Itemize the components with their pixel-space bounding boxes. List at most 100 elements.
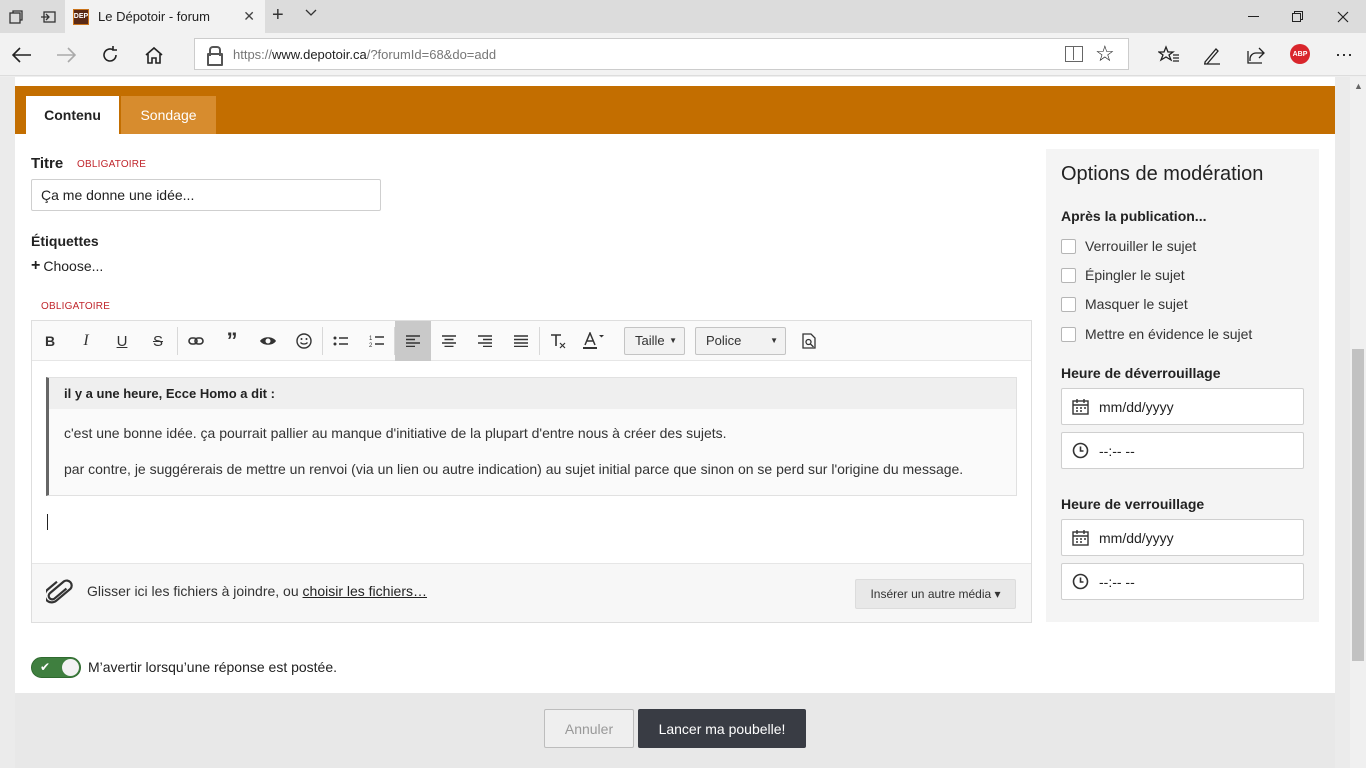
more-icon[interactable]: ⋯ (1330, 41, 1358, 69)
hide-topic-checkbox[interactable]: Masquer le sujet (1061, 296, 1188, 312)
feature-topic-checkbox[interactable]: Mettre en évidence le sujet (1061, 326, 1252, 342)
home-icon[interactable] (140, 41, 168, 69)
pen-notes-icon[interactable] (1198, 41, 1226, 69)
reading-view-icon[interactable] (1065, 46, 1083, 62)
align-center-icon[interactable] (431, 321, 467, 361)
preview-icon[interactable] (791, 321, 827, 361)
plus-icon: + (31, 257, 41, 274)
lock-date-input[interactable]: mm/dd/yyyy (1061, 519, 1304, 556)
minimize-icon[interactable] (1230, 0, 1276, 33)
notify-toggle[interactable]: ✔ (31, 657, 81, 678)
back-icon[interactable] (8, 41, 36, 69)
share-icon[interactable] (1242, 41, 1270, 69)
refresh-icon[interactable] (96, 41, 124, 69)
adblock-icon[interactable]: ABP (1290, 44, 1310, 64)
caret-down-icon: ▼ (770, 336, 778, 345)
page-scrollbar[interactable]: ▲ (1350, 77, 1366, 768)
quote-paragraph: c'est une bonne idée. ça pourrait pallie… (64, 425, 727, 441)
scroll-up-icon[interactable]: ▲ (1354, 81, 1363, 91)
checkbox[interactable] (1061, 238, 1076, 254)
quote-block[interactable]: il y a une heure, Ecce Homo a dit : c'es… (46, 377, 1017, 496)
lock-time-input[interactable]: --:-- -- (1061, 563, 1304, 600)
title-input[interactable]: Ça me donne une idée... (31, 179, 381, 211)
attachment-dropzone[interactable]: Glisser ici les fichiers à joindre, ou c… (32, 563, 1031, 622)
clock-icon (1072, 573, 1089, 590)
spoiler-eye-icon[interactable] (250, 321, 286, 361)
title-label: Titre (31, 155, 64, 172)
lock-time-label: Heure de verrouillage (1061, 496, 1205, 512)
font-family-select[interactable]: Police ▼ (695, 327, 786, 355)
numbered-list-icon[interactable]: 12 (359, 321, 395, 361)
checkbox[interactable] (1061, 326, 1076, 342)
font-size-select[interactable]: Taille ▼ (624, 327, 685, 355)
lock-topic-checkbox[interactable]: Verrouiller le sujet (1061, 238, 1196, 254)
font-size-select-value: Taille (635, 333, 665, 348)
emoji-icon[interactable] (286, 321, 322, 361)
calendar-icon (1072, 399, 1089, 415)
notify-label: M’avertir lorsqu’une réponse est postée. (88, 659, 338, 675)
url-text[interactable]: https://www.depotoir.ca/?forumId=68&do=a… (233, 47, 496, 62)
after-publish-label: Après la publication... (1061, 208, 1207, 224)
choose-files-link[interactable]: choisir les fichiers… (303, 583, 427, 599)
browser-nav-bar: https://www.depotoir.ca/?forumId=68&do=a… (0, 33, 1366, 76)
cancel-button[interactable]: Annuler (544, 709, 634, 748)
unlock-date-input[interactable]: mm/dd/yyyy (1061, 388, 1304, 425)
time-placeholder: --:-- -- (1099, 442, 1135, 459)
browser-tab-bar: DEP Le Dépotoir - forum ✕ + (0, 0, 1366, 33)
clear-formatting-icon[interactable] (540, 321, 576, 361)
font-family-select-value: Police (706, 333, 742, 348)
site-favicon-icon: DEP (73, 8, 89, 25)
rich-text-editor[interactable]: B I U S ” 12 Taille ▼ Police ▼ il y a un… (31, 320, 1032, 623)
new-tab-icon[interactable]: + (272, 4, 284, 27)
body-required-badge: OBLIGATOIRE (41, 301, 111, 312)
moderation-panel: Options de modération Après la publicati… (1046, 149, 1319, 622)
tab-contenu[interactable]: Contenu (26, 96, 119, 134)
strikethrough-icon[interactable]: S (140, 321, 176, 361)
checkbox[interactable] (1061, 267, 1076, 283)
checkbox[interactable] (1061, 296, 1076, 312)
quote-paragraph: par contre, je suggérerais de mettre un … (64, 461, 964, 477)
unlock-time-label: Heure de déverrouillage (1061, 365, 1221, 381)
address-bar[interactable]: https://www.depotoir.ca/?forumId=68&do=a… (194, 38, 1129, 70)
browser-tab-active[interactable]: DEP Le Dépotoir - forum ✕ (65, 0, 265, 33)
restore-icon[interactable] (1274, 0, 1320, 33)
align-justify-icon[interactable] (503, 321, 539, 361)
unlock-time-input[interactable]: --:-- -- (1061, 432, 1304, 469)
tab-manager-icon[interactable] (0, 0, 32, 33)
close-window-icon[interactable] (1320, 0, 1366, 33)
text-cursor (47, 514, 48, 530)
insert-media-button[interactable]: Insérer un autre média ▾ (855, 579, 1016, 609)
page-viewport: Contenu Sondage Titre OBLIGATOIRE Ça me … (0, 77, 1350, 768)
set-aside-tabs-icon[interactable] (32, 0, 64, 33)
chevron-down-icon[interactable] (305, 6, 317, 20)
browser-tab-title: Le Dépotoir - forum (98, 9, 210, 24)
close-tab-icon[interactable]: ✕ (243, 8, 255, 25)
submit-button[interactable]: Lancer ma poubelle! (638, 709, 806, 748)
italic-icon[interactable]: I (68, 321, 104, 361)
post-form-card: Contenu Sondage Titre OBLIGATOIRE Ça me … (15, 77, 1335, 768)
scrollbar-thumb[interactable] (1352, 349, 1364, 661)
editor-toolbar: B I U S ” 12 Taille ▼ Police ▼ (32, 321, 1031, 361)
title-required-badge: OBLIGATOIRE (77, 159, 147, 170)
align-left-icon[interactable] (395, 321, 431, 361)
paperclip-icon (43, 578, 74, 608)
text-color-icon[interactable] (576, 321, 612, 361)
favorite-star-icon[interactable]: ☆ (1095, 41, 1115, 67)
tags-label: Étiquettes (31, 233, 99, 249)
clock-icon (1072, 442, 1089, 459)
tags-choose-button[interactable]: + Choose... (31, 257, 103, 275)
favorites-list-icon[interactable] (1155, 41, 1183, 69)
tab-sondage[interactable]: Sondage (121, 96, 216, 134)
underline-icon[interactable]: U (104, 321, 140, 361)
quote-icon[interactable]: ” (214, 321, 250, 361)
link-icon[interactable] (178, 321, 214, 361)
pin-topic-checkbox[interactable]: Épingler le sujet (1061, 267, 1185, 283)
form-footer: Annuler Lancer ma poubelle! (15, 693, 1335, 768)
forward-icon[interactable] (52, 41, 80, 69)
attachment-instructions: Glisser ici les fichiers à joindre, ou c… (87, 583, 428, 599)
bold-icon[interactable]: B (32, 321, 68, 361)
toggle-knob (62, 659, 79, 676)
check-icon: ✔ (40, 660, 51, 674)
align-right-icon[interactable] (467, 321, 503, 361)
bullet-list-icon[interactable] (323, 321, 359, 361)
